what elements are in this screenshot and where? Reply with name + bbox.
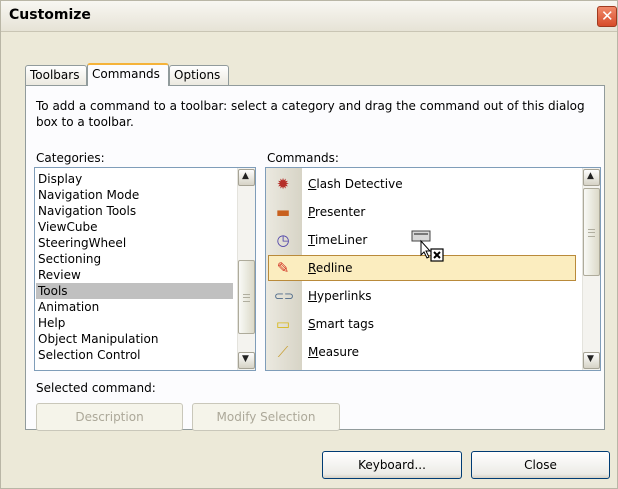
commands-label: Commands: [267,151,339,165]
tab-options[interactable]: Options [169,65,229,85]
command-item-clash-detective[interactable]: ✹ Clash Detective [268,171,573,197]
category-item[interactable]: Navigation Tools [36,203,233,219]
category-item[interactable]: Help [36,315,233,331]
scroll-down-button[interactable]: ▼ [238,352,255,369]
hyperlinks-icon: ⊂⊃ [274,289,295,303]
category-item[interactable]: Review [36,267,233,283]
category-item[interactable]: Navigation Mode [36,187,233,203]
timeliner-icon: ◷ [276,231,290,249]
close-icon: ✕ [601,7,614,25]
chevron-down-icon: ▼ [242,354,249,364]
close-window-button[interactable]: ✕ [597,6,617,27]
command-item-smart-tags[interactable]: ▭ Smart tags [268,311,573,337]
instructions-text: To add a command to a toolbar: select a … [36,99,585,129]
measure-icon: ⟋ [277,343,289,361]
clash-detective-icon: ✹ [276,175,290,193]
command-item-presenter[interactable]: ▬ Presenter [268,199,573,225]
scroll-up-button[interactable]: ▲ [238,169,255,186]
category-item[interactable]: Object Manipulation [36,331,233,347]
chevron-down-icon: ▼ [587,354,594,364]
category-item[interactable]: Display [36,171,233,187]
category-item-selected[interactable]: Tools [36,283,233,299]
redline-icon: ✎ [276,259,290,277]
drag-cursor-icon [411,230,444,262]
categories-label: Categories: [36,151,105,165]
chevron-up-icon: ▲ [242,171,249,181]
selected-command-label: Selected command: [36,381,156,395]
scroll-thumb[interactable] [583,188,600,276]
smart-tags-icon: ▭ [275,315,291,333]
tab-commands[interactable]: Commands [87,63,169,86]
command-item-hyperlinks[interactable]: ⊂⊃ Hyperlinks [268,283,573,309]
description-button[interactable]: Description [36,403,183,431]
scroll-thumb[interactable] [238,260,255,334]
category-item[interactable]: SteeringWheel [36,235,233,251]
category-item[interactable]: Animation [36,299,233,315]
window-title: Customize [9,7,91,23]
close-button[interactable]: Close [471,451,610,479]
categories-listbox[interactable]: Display Navigation Mode Navigation Tools… [34,167,256,371]
category-item[interactable]: Selection Control [36,347,233,363]
title-bar[interactable]: Customize ✕ [1,1,617,32]
presenter-icon: ▬ [275,203,291,221]
category-item[interactable]: Sectioning [36,251,233,267]
scroll-down-button[interactable]: ▼ [583,352,600,369]
tab-toolbars[interactable]: Toolbars [25,65,87,85]
modify-selection-button[interactable]: Modify Selection [192,403,340,431]
customize-dialog: Customize ✕ Toolbars Commands Options To… [0,0,618,489]
commands-listbox[interactable]: ✹ Clash Detective ▬ Presenter ◷ TimeLine… [265,167,601,371]
keyboard-button[interactable]: Keyboard... [322,451,462,479]
category-item[interactable]: ViewCube [36,219,233,235]
command-item-measure[interactable]: ⟋ Measure [268,339,573,365]
commands-scrollbar[interactable]: ▲ ▼ [582,168,600,370]
chevron-up-icon: ▲ [587,171,594,181]
categories-scrollbar[interactable]: ▲ ▼ [237,168,255,370]
scroll-up-button[interactable]: ▲ [583,169,600,186]
